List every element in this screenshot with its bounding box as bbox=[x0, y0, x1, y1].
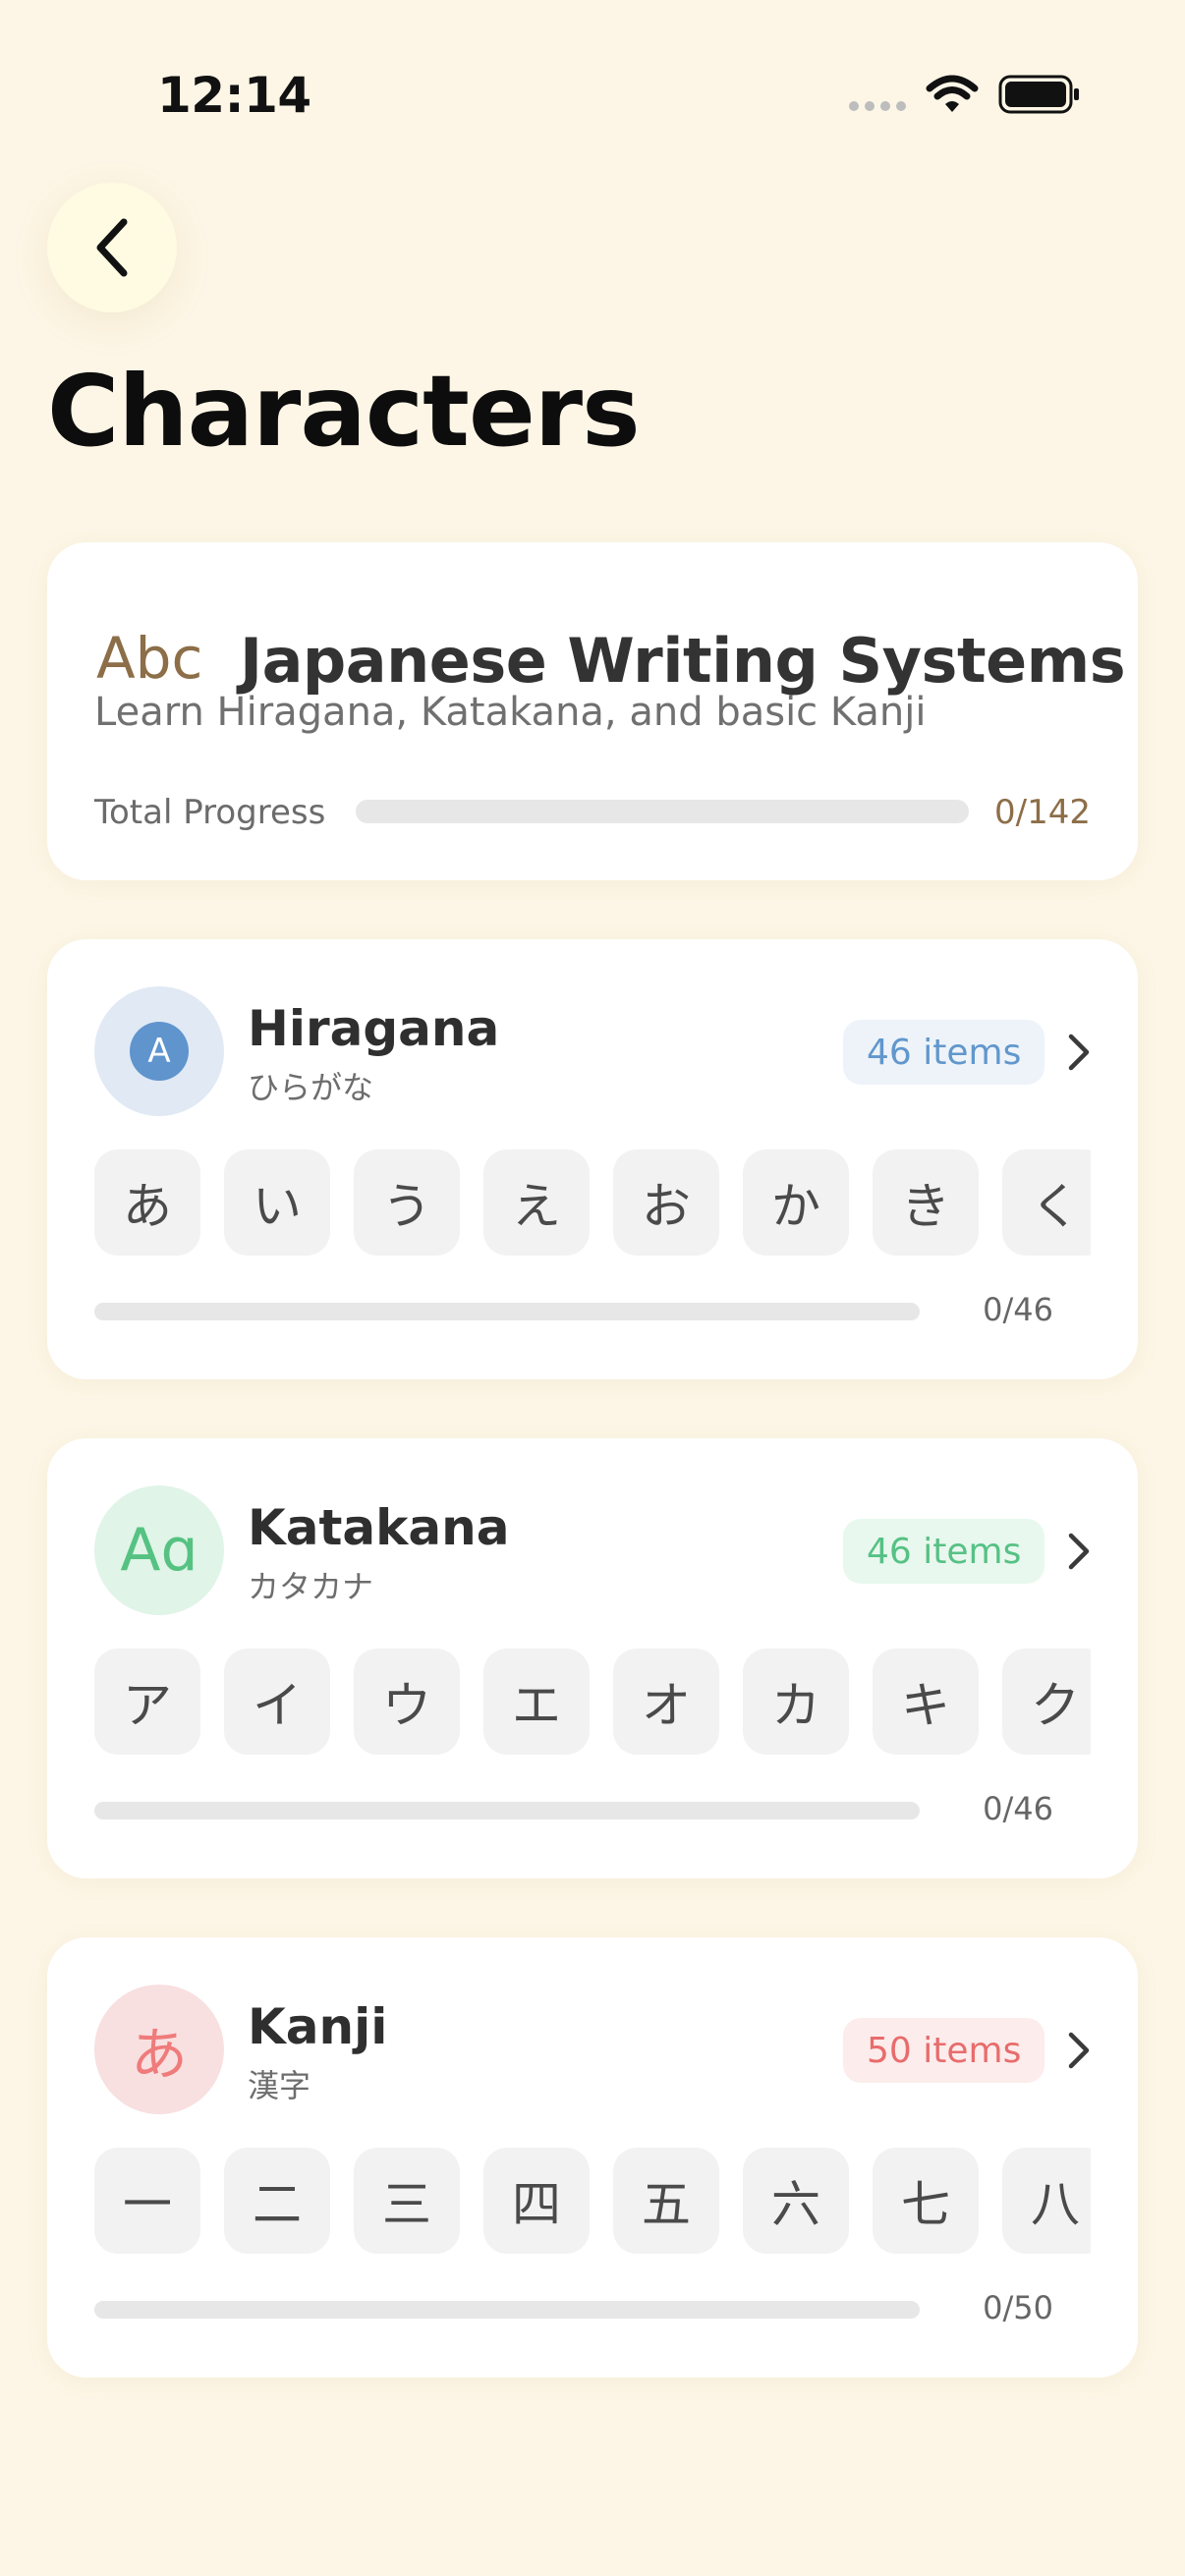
letter-a-icon: A bbox=[130, 1022, 189, 1081]
total-progress-label: Total Progress bbox=[94, 793, 326, 832]
character-tile[interactable]: か bbox=[743, 1149, 849, 1256]
character-tile[interactable]: え bbox=[483, 1149, 590, 1256]
chevron-right-icon[interactable] bbox=[1067, 2031, 1091, 2070]
kanji-avatar: あ bbox=[94, 1985, 224, 2114]
total-progress-count: 0/142 bbox=[994, 793, 1091, 832]
section-progress-count: 0/46 bbox=[983, 1291, 1053, 1328]
character-tile[interactable]: お bbox=[613, 1149, 719, 1256]
section-progress-count: 0/50 bbox=[983, 2289, 1053, 2326]
character-tile[interactable]: ク bbox=[1002, 1649, 1091, 1755]
chevron-right-icon[interactable] bbox=[1067, 1033, 1091, 1072]
section-subtitle: 漢字 bbox=[248, 2067, 311, 2104]
character-tile[interactable]: き bbox=[873, 1149, 979, 1256]
section-title: Hiragana bbox=[248, 1000, 500, 1057]
character-tile[interactable]: く bbox=[1002, 1149, 1091, 1256]
character-strip: 一 二 三 四 五 六 七 八 bbox=[94, 2148, 1091, 2254]
status-bar: 12:14 bbox=[0, 0, 1185, 187]
character-tile[interactable]: 五 bbox=[613, 2148, 719, 2254]
character-strip: あ い う え お か き く bbox=[94, 1149, 1091, 1256]
character-tile[interactable]: 一 bbox=[94, 2148, 200, 2254]
total-progress-bar bbox=[356, 800, 969, 823]
character-icon: あ bbox=[130, 2021, 188, 2088]
section-progress-bar bbox=[94, 1303, 920, 1320]
character-tile[interactable]: 六 bbox=[743, 2148, 849, 2254]
kanji-card[interactable]: あ Kanji 漢字 50 items 一 二 三 四 五 六 七 八 0/50 bbox=[47, 1937, 1138, 2378]
section-progress-count: 0/46 bbox=[983, 1790, 1053, 1827]
hiragana-card[interactable]: A Hiragana ひらがな 46 items あ い う え お か き く… bbox=[47, 939, 1138, 1379]
character-tile[interactable]: 二 bbox=[224, 2148, 330, 2254]
katakana-avatar: Aɑ bbox=[94, 1485, 224, 1615]
character-strip: ア イ ウ エ オ カ キ ク bbox=[94, 1649, 1091, 1755]
character-tile[interactable]: ウ bbox=[354, 1649, 460, 1755]
character-tile[interactable]: あ bbox=[94, 1149, 200, 1256]
character-tile[interactable]: 八 bbox=[1002, 2148, 1091, 2254]
section-title: Katakana bbox=[248, 1499, 510, 1556]
cellular-signal-icon bbox=[849, 101, 906, 111]
character-tile[interactable]: キ bbox=[873, 1649, 979, 1755]
status-time: 12:14 bbox=[157, 67, 311, 124]
hiragana-avatar: A bbox=[94, 986, 224, 1116]
character-tile[interactable]: う bbox=[354, 1149, 460, 1256]
back-button[interactable] bbox=[47, 183, 177, 312]
chevron-left-icon bbox=[96, 218, 128, 277]
wifi-icon bbox=[926, 75, 979, 112]
character-tile[interactable]: エ bbox=[483, 1649, 590, 1755]
section-subtitle: カタカナ bbox=[248, 1568, 374, 1605]
character-tile[interactable]: オ bbox=[613, 1649, 719, 1755]
overview-card: Abc Japanese Writing Systems Learn Hirag… bbox=[47, 542, 1138, 880]
character-tile[interactable]: 三 bbox=[354, 2148, 460, 2254]
character-tile[interactable]: 四 bbox=[483, 2148, 590, 2254]
font-case-icon: Aɑ bbox=[120, 1516, 198, 1585]
section-progress-bar bbox=[94, 2301, 920, 2319]
section-progress-bar bbox=[94, 1802, 920, 1820]
overview-subtitle: Learn Hiragana, Katakana, and basic Kanj… bbox=[94, 690, 927, 735]
abc-icon: Abc bbox=[96, 625, 203, 692]
character-tile[interactable]: 七 bbox=[873, 2148, 979, 2254]
overview-title: Japanese Writing Systems bbox=[240, 625, 1126, 697]
battery-icon bbox=[998, 75, 1079, 114]
katakana-card[interactable]: Aɑ Katakana カタカナ 46 items ア イ ウ エ オ カ キ … bbox=[47, 1438, 1138, 1878]
character-tile[interactable]: ア bbox=[94, 1649, 200, 1755]
item-count-badge: 50 items bbox=[843, 2018, 1045, 2083]
chevron-right-icon[interactable] bbox=[1067, 1532, 1091, 1571]
character-tile[interactable]: カ bbox=[743, 1649, 849, 1755]
character-tile[interactable]: イ bbox=[224, 1649, 330, 1755]
item-count-badge: 46 items bbox=[843, 1519, 1045, 1584]
section-subtitle: ひらがな bbox=[248, 1069, 374, 1106]
item-count-badge: 46 items bbox=[843, 1020, 1045, 1085]
page-title: Characters bbox=[47, 354, 641, 469]
section-title: Kanji bbox=[248, 1998, 388, 2055]
character-tile[interactable]: い bbox=[224, 1149, 330, 1256]
